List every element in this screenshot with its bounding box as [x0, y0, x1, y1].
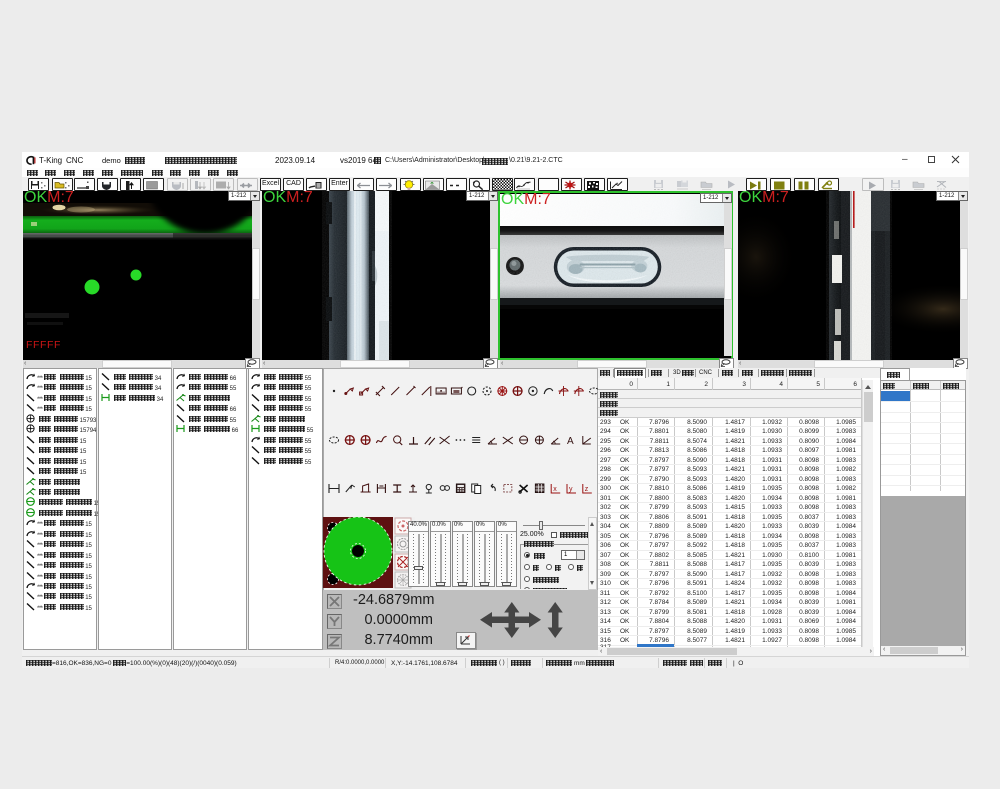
svg-text:FFFFF: FFFFF: [26, 339, 61, 351]
svg-text:z: z: [585, 486, 589, 493]
svg-text:A: A: [567, 436, 574, 447]
svg-text:y: y: [569, 486, 573, 493]
svg-text:x: x: [553, 486, 557, 493]
